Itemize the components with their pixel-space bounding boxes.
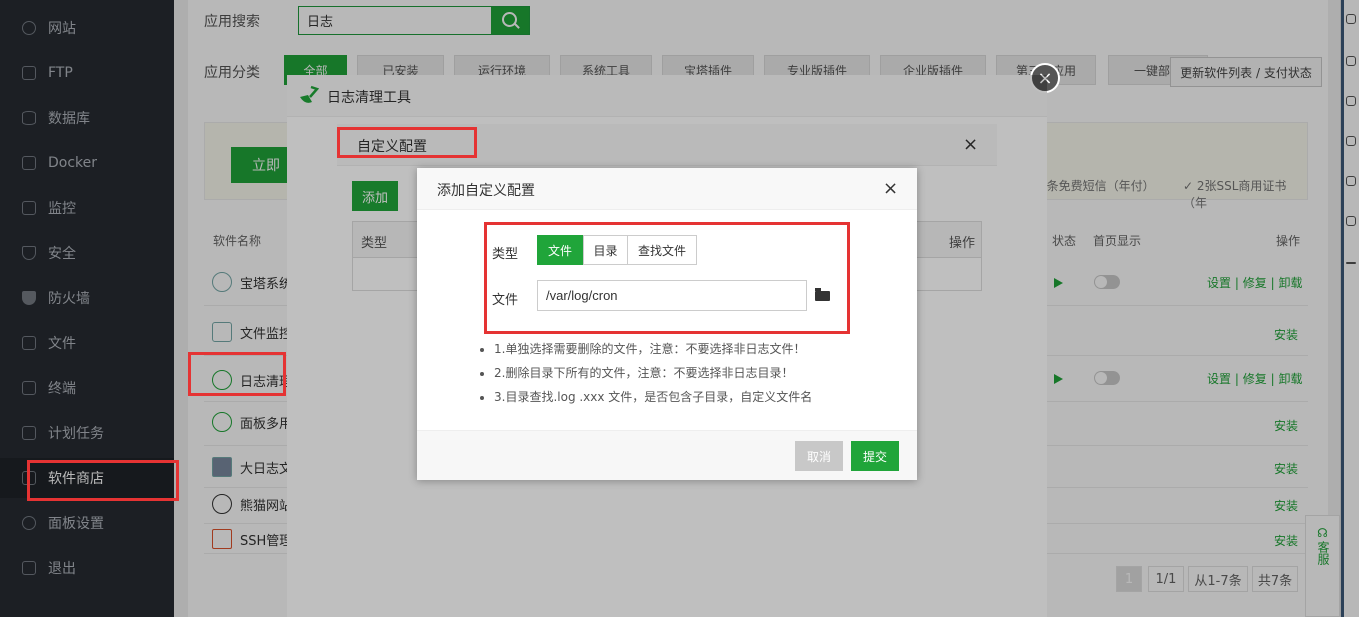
- tip-item: 1.单独选择需要删除的文件，注意：不要选择非日志文件！: [494, 340, 812, 364]
- cancel-button[interactable]: 取消: [795, 441, 843, 471]
- tip-item: 3.目录查找.log .xxx 文件，是否包含子目录，自定义文件名: [494, 388, 812, 412]
- tip-item: 2.删除目录下所有的文件，注意：不要选择非日志目录！: [494, 364, 812, 388]
- dialog-footer: 取消 提交: [417, 430, 917, 480]
- highlight-box: [188, 352, 286, 396]
- highlight-box: [337, 127, 477, 158]
- close-icon[interactable]: ×: [883, 178, 898, 199]
- highlight-box: [484, 222, 850, 334]
- dialog-header: 添加自定义配置 ×: [417, 168, 917, 210]
- submit-button[interactable]: 提交: [851, 441, 899, 471]
- highlight-box: [27, 460, 179, 501]
- tips-list: 1.单独选择需要删除的文件，注意：不要选择非日志文件！ 2.删除目录下所有的文件…: [482, 340, 812, 412]
- dialog-title: 添加自定义配置: [437, 183, 535, 199]
